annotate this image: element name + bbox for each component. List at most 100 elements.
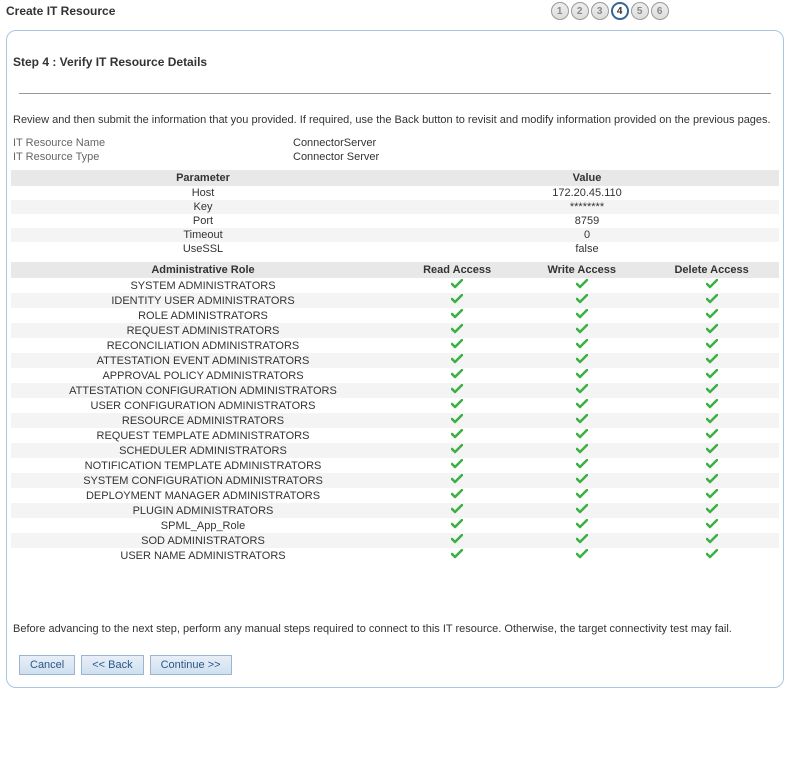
role-delete-access (644, 398, 779, 413)
check-icon (451, 489, 463, 499)
role-delete-access (644, 503, 779, 518)
role-read-access (395, 473, 519, 488)
check-icon (576, 324, 588, 334)
table-row: SCHEDULER ADMINISTRATORS (11, 443, 779, 458)
role-write-access (519, 443, 644, 458)
param-name: Timeout (11, 228, 395, 242)
role-name: IDENTITY USER ADMINISTRATORS (11, 293, 395, 308)
role-read-access (395, 398, 519, 413)
table-row: APPROVAL POLICY ADMINISTRATORS (11, 368, 779, 383)
role-name: DEPLOYMENT MANAGER ADMINISTRATORS (11, 488, 395, 503)
param-value: ******** (395, 200, 779, 214)
role-name: SYSTEM ADMINISTRATORS (11, 278, 395, 293)
continue-button[interactable]: Continue >> (150, 655, 232, 675)
role-write-access (519, 428, 644, 443)
check-icon (576, 549, 588, 559)
role-write-access (519, 338, 644, 353)
table-row: REQUEST ADMINISTRATORS (11, 323, 779, 338)
role-read-access (395, 353, 519, 368)
param-name: UseSSL (11, 242, 395, 256)
role-read-access (395, 443, 519, 458)
role-write-access (519, 518, 644, 533)
check-icon (706, 489, 718, 499)
role-name: SOD ADMINISTRATORS (11, 533, 395, 548)
role-read-access (395, 533, 519, 548)
param-header-value: Value (395, 170, 779, 186)
table-row: Host172.20.45.110 (11, 186, 779, 200)
table-row: PLUGIN ADMINISTRATORS (11, 503, 779, 518)
role-write-access (519, 398, 644, 413)
check-icon (706, 474, 718, 484)
check-icon (576, 504, 588, 514)
check-icon (706, 534, 718, 544)
role-header-name: Administrative Role (11, 262, 395, 278)
check-icon (576, 459, 588, 469)
role-write-access (519, 293, 644, 308)
role-read-access (395, 338, 519, 353)
param-name: Key (11, 200, 395, 214)
role-read-access (395, 548, 519, 563)
check-icon (576, 534, 588, 544)
meta-name-value: ConnectorServer (293, 136, 376, 150)
step-4[interactable]: 4 (611, 2, 629, 20)
parameter-table: Parameter Value Host172.20.45.110Key****… (11, 170, 779, 256)
table-row: Port8759 (11, 214, 779, 228)
param-value: 8759 (395, 214, 779, 228)
table-row: RECONCILIATION ADMINISTRATORS (11, 338, 779, 353)
step-3[interactable]: 3 (591, 2, 609, 20)
param-name: Host (11, 186, 395, 200)
param-header-name: Parameter (11, 170, 395, 186)
role-read-access (395, 413, 519, 428)
check-icon (576, 519, 588, 529)
role-delete-access (644, 323, 779, 338)
role-name: RESOURCE ADMINISTRATORS (11, 413, 395, 428)
check-icon (706, 339, 718, 349)
role-delete-access (644, 473, 779, 488)
review-text: Review and then submit the information t… (11, 110, 779, 136)
back-button[interactable]: << Back (81, 655, 143, 675)
step-5[interactable]: 5 (631, 2, 649, 20)
role-name: REQUEST TEMPLATE ADMINISTRATORS (11, 428, 395, 443)
footer-note: Before advancing to the next step, perfo… (11, 563, 779, 643)
role-name: USER CONFIGURATION ADMINISTRATORS (11, 398, 395, 413)
table-row: REQUEST TEMPLATE ADMINISTRATORS (11, 428, 779, 443)
role-name: SPML_App_Role (11, 518, 395, 533)
check-icon (451, 384, 463, 394)
check-icon (576, 384, 588, 394)
check-icon (451, 519, 463, 529)
table-row: ATTESTATION EVENT ADMINISTRATORS (11, 353, 779, 368)
role-write-access (519, 458, 644, 473)
role-read-access (395, 488, 519, 503)
role-delete-access (644, 533, 779, 548)
role-delete-access (644, 278, 779, 293)
table-row: DEPLOYMENT MANAGER ADMINISTRATORS (11, 488, 779, 503)
role-write-access (519, 383, 644, 398)
role-delete-access (644, 353, 779, 368)
role-delete-access (644, 548, 779, 563)
step-heading: Step 4 : Verify IT Resource Details (11, 39, 779, 77)
role-write-access (519, 533, 644, 548)
step-6[interactable]: 6 (651, 2, 669, 20)
table-row: SOD ADMINISTRATORS (11, 533, 779, 548)
step-2[interactable]: 2 (571, 2, 589, 20)
param-name: Port (11, 214, 395, 228)
role-write-access (519, 353, 644, 368)
check-icon (576, 369, 588, 379)
check-icon (451, 279, 463, 289)
role-name: ATTESTATION CONFIGURATION ADMINISTRATORS (11, 383, 395, 398)
role-read-access (395, 323, 519, 338)
check-icon (451, 399, 463, 409)
param-value: false (395, 242, 779, 256)
role-write-access (519, 368, 644, 383)
role-delete-access (644, 383, 779, 398)
check-icon (451, 444, 463, 454)
role-read-access (395, 458, 519, 473)
check-icon (576, 474, 588, 484)
check-icon (576, 294, 588, 304)
check-icon (706, 444, 718, 454)
check-icon (451, 534, 463, 544)
table-row: SYSTEM ADMINISTRATORS (11, 278, 779, 293)
cancel-button[interactable]: Cancel (19, 655, 75, 675)
role-delete-access (644, 518, 779, 533)
step-1[interactable]: 1 (551, 2, 569, 20)
